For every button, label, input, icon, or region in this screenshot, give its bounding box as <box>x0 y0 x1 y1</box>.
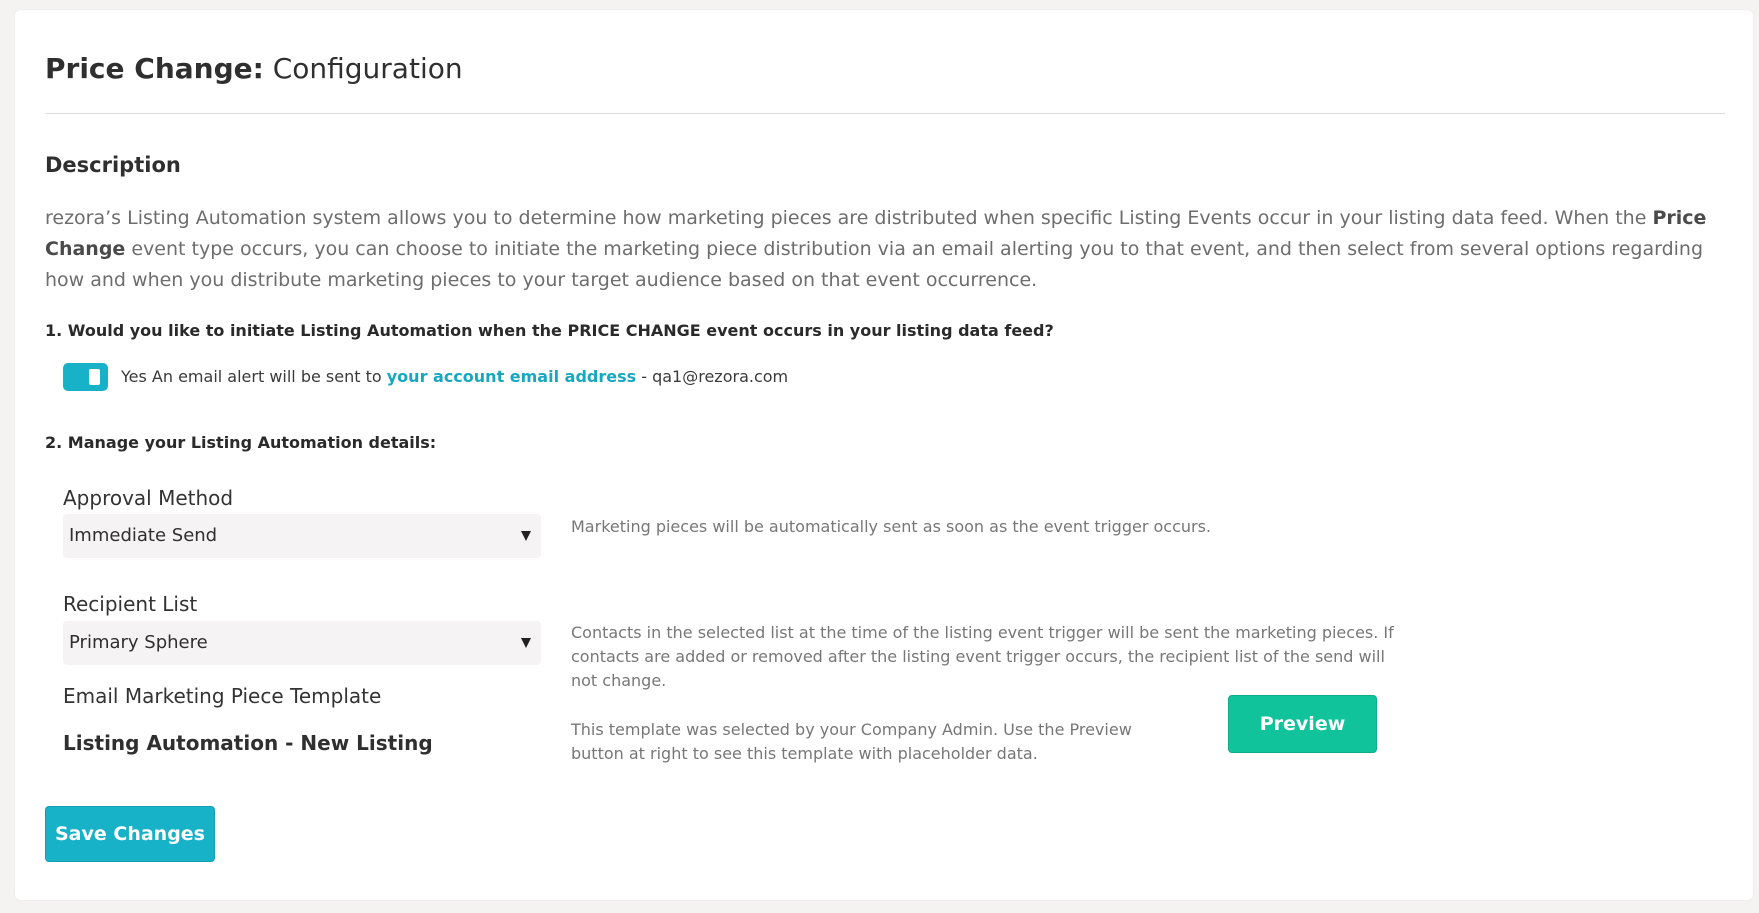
alert-text: An email alert will be sent to <box>146 367 387 386</box>
recipient-list-value: Primary Sphere <box>69 632 208 653</box>
template-label: Email Marketing Piece Template <box>63 684 382 708</box>
description-text-part-2: event type occurs, you can choose to ini… <box>45 238 1704 291</box>
description-text: rezora’s Listing Automation system allow… <box>45 203 1735 296</box>
save-changes-button[interactable]: Save Changes <box>45 806 215 862</box>
chevron-down-icon <box>521 531 531 541</box>
approval-method-help: Marketing pieces will be automatically s… <box>571 517 1212 536</box>
recipient-list-help: Contacts in the selected list at the tim… <box>571 623 1394 690</box>
description-heading: Description <box>45 153 181 177</box>
template-help: This template was selected by your Compa… <box>571 720 1132 763</box>
email-alert-line: Yes An email alert will be sent to your … <box>121 366 788 388</box>
approval-method-select[interactable]: Immediate Send <box>63 514 541 558</box>
page-title-bold: Price Change: <box>45 52 264 85</box>
chevron-down-icon <box>521 638 531 648</box>
question-2-label: 2. Manage your Listing Automation detail… <box>45 433 437 452</box>
approval-method-value: Immediate Send <box>69 525 218 546</box>
configuration-card: Price Change: Configuration Description … <box>15 10 1753 900</box>
question-1-label: 1. Would you like to initiate Listing Au… <box>45 321 1054 340</box>
account-email: - qa1@rezora.com <box>636 367 789 386</box>
recipient-list-label: Recipient List <box>63 592 198 616</box>
page-title-rest: Configuration <box>263 52 463 85</box>
toggle-knob <box>89 369 100 385</box>
toggle-answer: Yes <box>121 367 147 386</box>
recipient-list-select[interactable]: Primary Sphere <box>63 621 541 665</box>
page-title: Price Change: Configuration <box>45 50 463 88</box>
template-name: Listing Automation - New Listing <box>63 731 433 755</box>
header-divider <box>45 113 1725 114</box>
initiate-automation-toggle[interactable] <box>63 363 108 391</box>
preview-button[interactable]: Preview <box>1228 695 1377 753</box>
approval-method-label: Approval Method <box>63 486 234 510</box>
account-email-link[interactable]: your account email address <box>387 367 636 386</box>
description-text-part-1: rezora’s Listing Automation system allow… <box>45 207 1653 229</box>
